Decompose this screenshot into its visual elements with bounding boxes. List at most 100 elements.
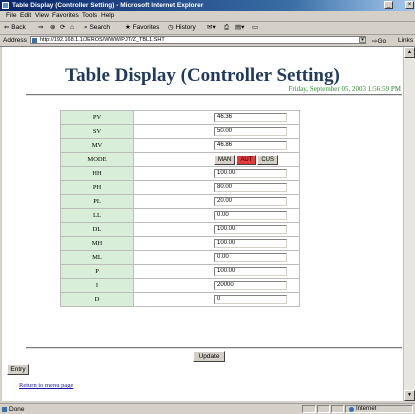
toolbar: ⇐ Back ⇒ ⊗ ⟳ ⌂ ⌕ Search ★ Favorites ◷ Hi… <box>0 22 415 35</box>
history-button[interactable]: ◷ History <box>168 24 196 32</box>
row-label: ML <box>61 251 133 264</box>
update-button[interactable]: Update <box>193 351 225 362</box>
row-label: P <box>61 265 133 278</box>
row-label: MODE <box>61 153 133 166</box>
go-label: Go <box>377 38 387 45</box>
row-label: MH <box>61 237 133 250</box>
history-label: History <box>175 24 196 31</box>
internet-globe-icon <box>349 407 354 412</box>
pl-field[interactable]: 20.00 <box>214 197 287 206</box>
row-label: DL <box>61 223 133 236</box>
title-divider <box>26 94 402 96</box>
window-title: Table Display (Controller Setting) - Mic… <box>12 2 204 9</box>
done-page-icon <box>2 407 7 412</box>
table-row: MODE MAN AUT CUS <box>61 153 299 166</box>
i-field[interactable]: 20000 <box>214 281 287 290</box>
mode-aut-button[interactable]: AUT <box>236 154 257 165</box>
history-icon: ◷ <box>168 24 174 31</box>
scroll-down-icon[interactable]: ▼ <box>404 390 415 401</box>
row-label: D <box>61 293 133 306</box>
status-cell <box>317 405 330 413</box>
table-row: PH 80.00 <box>61 181 299 194</box>
minimize-button[interactable]: _ <box>384 1 393 9</box>
scroll-up-icon[interactable]: ▲ <box>404 47 415 58</box>
row-label: PL <box>61 195 133 208</box>
table-row: D 0 <box>61 293 299 306</box>
d-field[interactable]: 0 <box>214 295 287 304</box>
table-row: MH 100.00 <box>61 237 299 250</box>
row-label: PH <box>61 181 133 194</box>
menu-edit[interactable]: Edit <box>20 12 31 20</box>
menu-view[interactable]: View <box>35 12 49 20</box>
back-button[interactable]: ⇐ Back <box>4 24 26 32</box>
page-icon <box>32 38 37 43</box>
sv-field[interactable]: 50.00 <box>214 127 287 136</box>
edit-icon[interactable]: ▤▾ <box>235 24 244 32</box>
row-label: MV <box>61 139 133 152</box>
menu-bar: File Edit View Favorites Tools Help <box>0 11 415 22</box>
mv-field[interactable]: 46.86 <box>214 141 287 150</box>
row-label: SV <box>61 125 133 138</box>
ll-field[interactable]: 0.00 <box>214 211 287 220</box>
mail-icon[interactable]: ✉▾ <box>207 24 216 32</box>
ie-app-icon <box>2 2 9 9</box>
favorites-label: Favorites <box>132 24 160 31</box>
table-row: SV 50.00 <box>61 125 299 138</box>
close-button[interactable]: × <box>405 1 414 9</box>
row-label: HH <box>61 167 133 180</box>
address-bar: Address http://192.168.1.1/JEROS/WWW/PJT… <box>0 35 415 47</box>
window-titlebar: Table Display (Controller Setting) - Mic… <box>0 0 415 11</box>
status-bar: Done Internet <box>0 403 415 414</box>
table-row: HH 100.00 <box>61 167 299 180</box>
table-row: DL 100.00 <box>61 223 299 236</box>
home-icon[interactable]: ⌂ <box>70 24 74 32</box>
search-label: Search <box>89 24 111 31</box>
go-button[interactable]: ⇨Go <box>372 37 386 45</box>
menu-help[interactable]: Help <box>101 12 114 20</box>
timestamp: Friday, September 05, 2003 1:56:59 PM <box>288 85 401 93</box>
status-cell <box>331 405 344 413</box>
mode-button-group: MAN AUT CUS <box>214 154 299 165</box>
pv-field[interactable]: 46.36 <box>214 113 287 122</box>
security-zone: Internet <box>345 405 413 413</box>
table-row: I 20000 <box>61 279 299 292</box>
table-row: P 100.00 <box>61 265 299 278</box>
address-label: Address <box>3 37 27 44</box>
menu-favorites[interactable]: Favorites <box>52 12 79 20</box>
dl-field[interactable]: 100.00 <box>214 225 287 234</box>
mh-field[interactable]: 100.00 <box>214 239 287 248</box>
row-label: LL <box>61 209 133 222</box>
print-icon[interactable]: ⎙ <box>224 24 229 32</box>
page-content: Table Display (Controller Setting) Frida… <box>2 47 403 401</box>
address-input[interactable]: http://192.168.1.1/JEROS/WWW/PJT/Z_TBL1.… <box>30 36 366 44</box>
table-row: ML 0.00 <box>61 251 299 264</box>
refresh-icon[interactable]: ⟳ <box>60 24 65 32</box>
forward-button[interactable]: ⇒ <box>38 24 43 32</box>
row-label: PV <box>61 111 133 124</box>
p-field[interactable]: 100.00 <box>214 267 287 276</box>
favorites-button[interactable]: ★ Favorites <box>125 24 159 32</box>
entry-button[interactable]: Entry <box>7 364 29 375</box>
stop-icon[interactable]: ⊗ <box>50 24 55 32</box>
ph-field[interactable]: 80.00 <box>214 183 287 192</box>
discuss-icon[interactable]: ▭ <box>252 24 258 32</box>
table-row: PL 20.00 <box>61 195 299 208</box>
status-text: Done <box>9 406 25 413</box>
mode-man-button[interactable]: MAN <box>214 154 236 165</box>
search-icon: ⌕ <box>84 24 88 31</box>
ml-field[interactable]: 0.00 <box>214 253 287 262</box>
status-cell <box>302 405 316 413</box>
address-dropdown-icon[interactable]: ▾ <box>359 37 366 43</box>
mode-cus-button[interactable]: CUS <box>257 154 279 165</box>
menu-tools[interactable]: Tools <box>82 12 97 20</box>
search-button[interactable]: ⌕ Search <box>84 24 110 32</box>
table-row: MV 46.86 <box>61 139 299 152</box>
row-label: I <box>61 279 133 292</box>
table-row: PV 46.36 <box>61 111 299 124</box>
menu-file[interactable]: File <box>6 12 16 20</box>
links-button[interactable]: Links <box>398 37 413 44</box>
vertical-scrollbar[interactable]: ▲ ▼ <box>403 47 415 401</box>
page-title: Table Display (Controller Setting) <box>65 65 340 86</box>
return-to-menu-link[interactable]: Return to menu page <box>19 382 73 389</box>
hh-field[interactable]: 100.00 <box>214 169 287 178</box>
